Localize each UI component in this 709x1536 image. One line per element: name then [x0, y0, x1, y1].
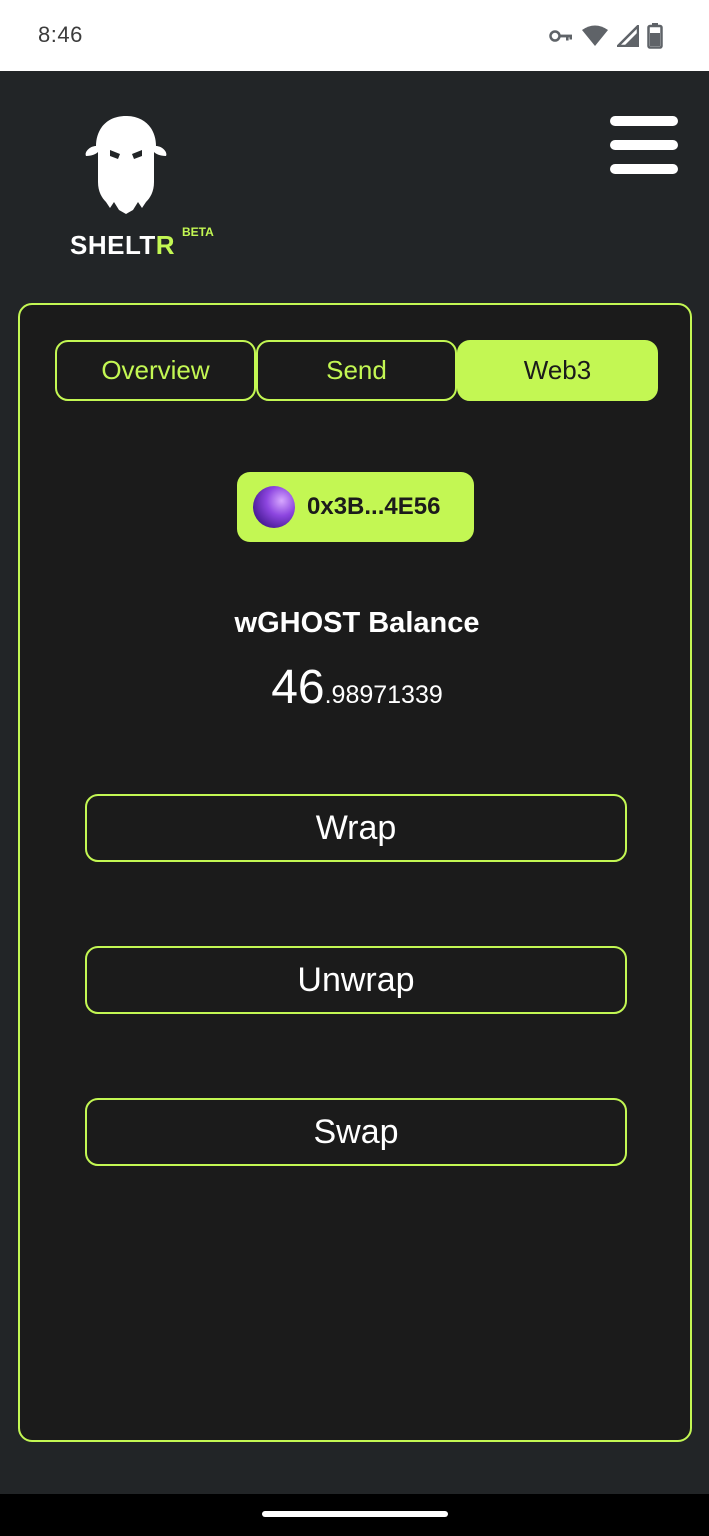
hamburger-menu-icon[interactable] — [610, 116, 678, 174]
wallet-address-button[interactable]: 0x3B...4E56 — [237, 472, 474, 542]
navigation-bar — [0, 1494, 709, 1536]
web3-card: Overview Send Web3 0x3B...4E56 wGHOST Ba… — [18, 303, 692, 1442]
unwrap-button[interactable]: Unwrap — [85, 946, 627, 1014]
signal-icon — [617, 25, 639, 47]
status-time: 8:46 — [38, 22, 83, 47]
tab-overview[interactable]: Overview — [55, 340, 256, 401]
wallet-address: 0x3B...4E56 — [307, 493, 441, 520]
vpn-key-icon — [549, 29, 573, 43]
swap-button[interactable]: Swap — [85, 1098, 627, 1166]
menu-line — [610, 140, 678, 150]
tab-bar: Overview Send Web3 — [55, 340, 659, 401]
menu-line — [610, 164, 678, 174]
balance-integer: 46 — [271, 661, 325, 714]
wifi-icon — [581, 25, 609, 47]
status-icons — [549, 22, 663, 50]
balance-label: wGHOST Balance — [234, 607, 480, 639]
brand-prefix: SHELT — [70, 230, 156, 260]
tab-send[interactable]: Send — [256, 340, 457, 401]
beta-badge: BETA — [182, 225, 214, 239]
brand-suffix: R — [155, 230, 176, 260]
status-bar: 8:46 — [0, 0, 709, 71]
brand-name: SHELTR — [70, 230, 175, 261]
battery-icon — [647, 23, 663, 49]
wrap-button[interactable]: Wrap — [85, 794, 627, 862]
wallet-avatar — [253, 486, 295, 528]
menu-line — [610, 116, 678, 126]
balance-value: 46.98971339 — [20, 660, 694, 715]
balance-decimal: .98971339 — [324, 681, 443, 709]
ghost-icon — [85, 116, 167, 214]
home-indicator[interactable] — [262, 1511, 448, 1517]
tab-web3[interactable]: Web3 — [457, 340, 658, 401]
sheltr-logo[interactable]: SHELTR BETA — [70, 112, 230, 262]
